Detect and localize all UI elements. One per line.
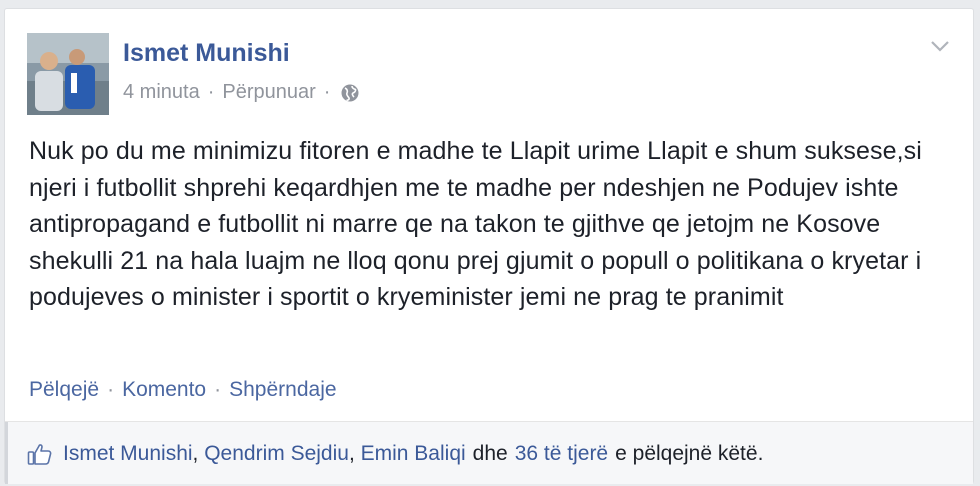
liker-name[interactable]: Emin Baliqi xyxy=(361,442,466,466)
likes-suffix: e pëlqejnë këtë. xyxy=(615,442,764,465)
likes-summary: Ismet Munishi , Qendrim Sejdiu , Emin Ba… xyxy=(5,421,973,484)
action-separator: · xyxy=(107,378,115,401)
timestamp[interactable]: 4 minuta xyxy=(123,81,200,104)
share-link[interactable]: Shpërndaje xyxy=(229,378,336,402)
post-meta: 4 minuta · Përpunuar · xyxy=(123,81,360,104)
others-link[interactable]: 36 të tjerë xyxy=(515,442,608,466)
comment-link[interactable]: Komento xyxy=(122,378,206,402)
action-bar: Pëlqejë · Komento · Shpërndaje xyxy=(29,378,337,402)
avatar[interactable] xyxy=(27,33,109,115)
like-link[interactable]: Pëlqejë xyxy=(29,378,99,402)
likes-row: Ismet Munishi , Qendrim Sejdiu , Emin Ba… xyxy=(27,442,763,466)
meta-separator: · xyxy=(207,81,215,103)
post-card: Ismet Munishi 4 minuta · Përpunuar · Nuk… xyxy=(4,8,974,484)
liker-separator: , xyxy=(348,442,361,465)
and-text: dhe xyxy=(473,442,508,466)
and-word: dhe xyxy=(472,442,508,465)
globe-icon[interactable] xyxy=(340,83,360,103)
liker-name[interactable]: Ismet Munishi xyxy=(63,442,193,466)
liker-name[interactable]: Qendrim Sejdiu xyxy=(204,442,349,466)
liker-separator: , xyxy=(192,442,205,465)
chevron-down-icon[interactable] xyxy=(929,35,951,57)
action-separator: · xyxy=(214,378,222,401)
post-text: Nuk po du me minimizu fitoren e madhe te… xyxy=(29,137,922,311)
author-name[interactable]: Ismet Munishi xyxy=(123,39,290,68)
thumbs-up-icon xyxy=(27,442,53,466)
likes-accent-bar xyxy=(5,422,8,484)
edited-label[interactable]: Përpunuar xyxy=(222,81,315,104)
meta-separator: · xyxy=(323,81,331,103)
